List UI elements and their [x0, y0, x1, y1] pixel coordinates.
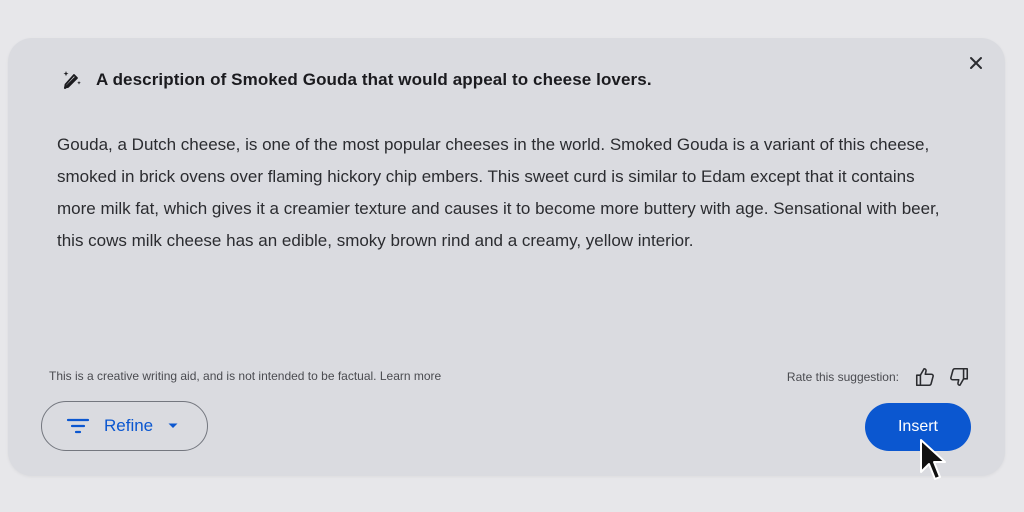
suggestion-card: A description of Smoked Gouda that would…	[8, 38, 1005, 476]
filter-lines-icon	[66, 418, 90, 434]
thumbs-down-button[interactable]	[947, 365, 971, 389]
suggestion-text: Gouda, a Dutch cheese, is one of the mos…	[57, 135, 940, 250]
thumbs-up-button[interactable]	[913, 365, 937, 389]
magic-pen-icon	[60, 68, 84, 92]
caret-down-icon	[168, 423, 178, 428]
disclaimer-text: This is a creative writing aid, and is n…	[49, 369, 377, 383]
thumbs-up-icon	[915, 367, 934, 387]
refine-button[interactable]: Refine	[41, 401, 208, 451]
learn-more-link[interactable]: Learn more	[380, 369, 441, 383]
insert-button[interactable]: Insert	[865, 403, 971, 451]
prompt-header: A description of Smoked Gouda that would…	[60, 68, 652, 92]
rate-label: Rate this suggestion:	[786, 370, 899, 384]
close-button[interactable]	[965, 52, 987, 74]
refine-label: Refine	[104, 416, 154, 435]
rating-controls: Rate this suggestion:	[787, 365, 971, 389]
thumbs-down-icon	[950, 367, 969, 387]
close-icon	[970, 57, 982, 69]
disclaimer: This is a creative writing aid, and is n…	[49, 369, 441, 383]
prompt-text: A description of Smoked Gouda that would…	[96, 70, 652, 89]
